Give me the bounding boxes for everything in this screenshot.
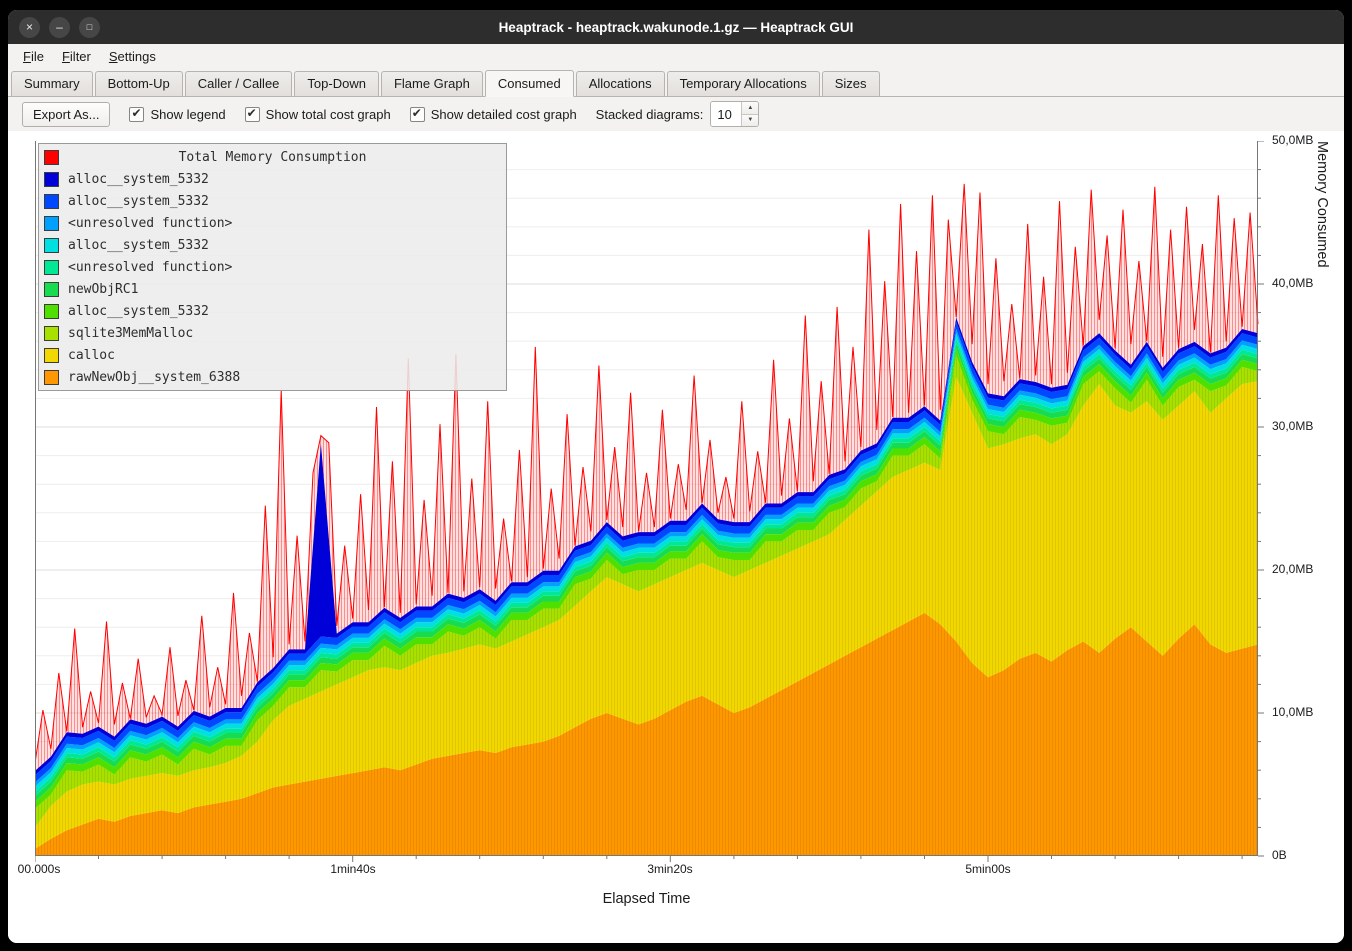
tab-bar: Summary Bottom-Up Caller / Callee Top-Do… [8,69,1344,97]
maximize-button[interactable]: □ [79,17,100,38]
menu-filter[interactable]: Filter [53,46,100,67]
legend-label: alloc__system_5332 [68,238,209,253]
spin-up-icon[interactable]: ▲ [742,102,758,114]
show-detailed-cost-label: Show detailed cost graph [431,107,577,122]
y-tick-20: 20,0MB [1272,562,1342,576]
legend-title-row: Total Memory Consumption [39,146,506,168]
menu-file[interactable]: File [14,46,53,67]
show-total-cost-checkbox[interactable] [245,107,260,122]
stacked-diagrams-label: Stacked diagrams: [596,107,704,122]
y-tick-0: 0B [1272,848,1342,862]
show-detailed-cost-checkbox[interactable] [410,107,425,122]
show-total-cost-label: Show total cost graph [266,107,391,122]
legend-swatch [44,304,59,319]
legend-item: alloc__system_5332 [39,234,506,256]
y-tick-10: 10,0MB [1272,705,1342,719]
legend-swatch [44,282,59,297]
tab-sizes[interactable]: Sizes [822,71,880,96]
show-detailed-cost-option: Show detailed cost graph [410,107,577,122]
x-tick-0: 00.000s [8,862,84,876]
show-legend-checkbox[interactable] [129,107,144,122]
tab-top-down[interactable]: Top-Down [294,71,379,96]
legend-label: <unresolved function> [68,260,232,275]
window-title: Heaptrack - heaptrack.wakunode.1.gz — He… [8,20,1344,35]
title-bar: × – □ Heaptrack - heaptrack.wakunode.1.g… [8,10,1344,44]
y-axis-title: Memory Consumed [1314,141,1330,856]
legend-swatch [44,348,59,363]
window-controls: × – □ [19,17,100,38]
legend-item: rawNewObj__system_6388 [39,366,506,388]
legend-swatch [44,150,59,165]
legend-swatch [44,260,59,275]
y-tick-50: 50,0MB [1272,133,1342,147]
menu-settings[interactable]: Settings [100,46,165,67]
tab-consumed[interactable]: Consumed [485,70,574,97]
legend-swatch [44,172,59,187]
legend-title: Total Memory Consumption [68,150,477,165]
consumed-chart-view: 0B 10,0MB 20,0MB 30,0MB 40,0MB 50,0MB 00… [8,131,1344,943]
legend-label: rawNewObj__system_6388 [68,370,240,385]
legend-swatch [44,216,59,231]
tab-caller-callee[interactable]: Caller / Callee [185,71,293,96]
tab-summary[interactable]: Summary [11,71,93,96]
close-button[interactable]: × [19,17,40,38]
legend-item: <unresolved function> [39,256,506,278]
legend-item: newObjRC1 [39,278,506,300]
legend-label: alloc__system_5332 [68,304,209,319]
legend-label: alloc__system_5332 [68,172,209,187]
show-legend-option: Show legend [129,107,225,122]
stacked-diagrams-spinbox: ▲ ▼ [710,101,759,127]
y-tick-40: 40,0MB [1272,276,1342,290]
legend-swatch [44,326,59,341]
legend-item: <unresolved function> [39,212,506,234]
legend-label: alloc__system_5332 [68,194,209,209]
spin-down-icon[interactable]: ▼ [742,114,758,127]
tab-temporary-allocations[interactable]: Temporary Allocations [667,71,820,96]
tab-bottom-up[interactable]: Bottom-Up [95,71,183,96]
chart-legend: Total Memory Consumption alloc__system_5… [38,143,507,391]
legend-swatch [44,194,59,209]
menu-bar: File Filter Settings [8,44,1344,69]
legend-item: calloc [39,344,506,366]
stacked-diagrams-control: Stacked diagrams: ▲ ▼ [596,101,760,127]
app-window: × – □ Heaptrack - heaptrack.wakunode.1.g… [8,10,1344,943]
legend-swatch [44,238,59,253]
stacked-diagrams-input[interactable] [711,102,741,126]
y-tick-30: 30,0MB [1272,419,1342,433]
minimize-button[interactable]: – [49,17,70,38]
legend-label: newObjRC1 [68,282,138,297]
show-total-cost-option: Show total cost graph [245,107,391,122]
legend-item: sqlite3MemMalloc [39,322,506,344]
legend-item: alloc__system_5332 [39,168,506,190]
legend-label: sqlite3MemMalloc [68,326,193,341]
x-tick-2: 3min20s [625,862,715,876]
legend-label: calloc [68,348,115,363]
legend-label: <unresolved function> [68,216,232,231]
export-as-button[interactable]: Export As... [22,102,110,127]
chart-toolbar: Export As... Show legend Show total cost… [8,97,1344,131]
legend-item: alloc__system_5332 [39,300,506,322]
show-legend-label: Show legend [150,107,225,122]
x-tick-1: 1min40s [308,862,398,876]
tab-allocations[interactable]: Allocations [576,71,665,96]
legend-swatch [44,370,59,385]
x-axis-title: Elapsed Time [35,891,1258,907]
legend-item: alloc__system_5332 [39,190,506,212]
spin-buttons: ▲ ▼ [741,102,758,126]
tab-flame-graph[interactable]: Flame Graph [381,71,483,96]
x-tick-3: 5min00s [943,862,1033,876]
